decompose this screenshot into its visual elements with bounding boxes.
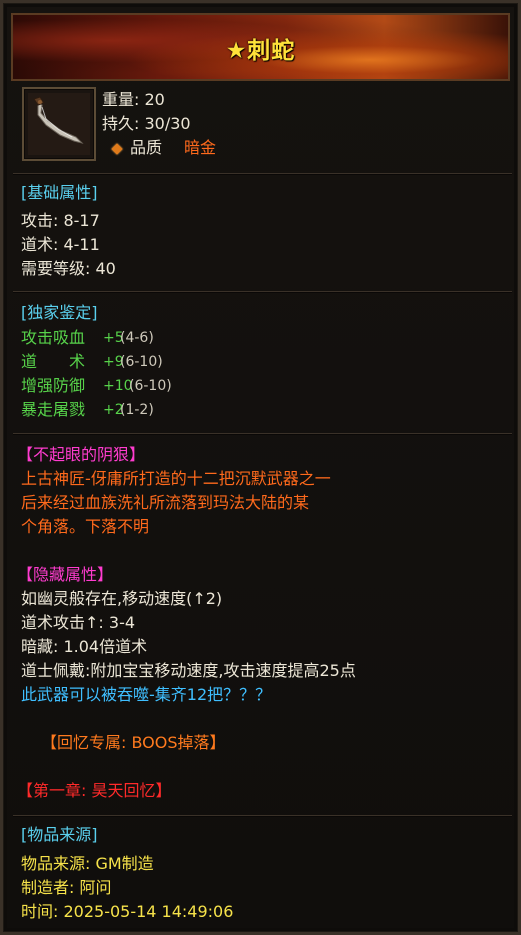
quality-label: 品质 bbox=[130, 138, 163, 157]
lore-line: 后来经过血族洗礼所流落到玛法大陆的某 bbox=[21, 493, 310, 512]
lore-line: 上古神匠-伢庸所打造的十二把沉默武器之一 bbox=[21, 469, 331, 488]
hidden-attr-line: 暗藏: 1.04倍道术 bbox=[21, 637, 148, 656]
divider bbox=[13, 815, 512, 816]
weight-text: 重量: 20 bbox=[102, 90, 165, 109]
devour-line: 此武器可以被吞噬-集齐12把？？？ bbox=[21, 685, 272, 704]
quality-value: 暗金 bbox=[184, 138, 217, 157]
durability-text: 持久: 30/30 bbox=[102, 114, 191, 133]
level-req-line: 需要等级: 40 bbox=[21, 259, 116, 278]
chapter-line: 【第一章: 昊天回忆】 bbox=[17, 781, 172, 800]
exclusive-name: 增强防御 bbox=[21, 376, 86, 395]
hidden-attr-header: 【隐藏属性】 bbox=[17, 565, 114, 584]
exclusive-range: (6-10) bbox=[120, 354, 163, 370]
source-origin: 物品来源: GM制造 bbox=[21, 854, 154, 873]
exclusive-name: 暴走屠戮 bbox=[21, 400, 86, 419]
exclusive-header: [独家鉴定] bbox=[21, 303, 98, 322]
item-title: ★刺蛇 bbox=[225, 38, 296, 64]
quality-diamond-icon bbox=[111, 143, 123, 155]
source-maker: 制造者: 阿问 bbox=[21, 878, 112, 897]
exclusive-name: 道 术 bbox=[21, 352, 86, 371]
exclusive-name: 攻击吸血 bbox=[21, 328, 86, 347]
source-time: 时间: 2025-05-14 14:49:06 bbox=[21, 902, 234, 921]
exclusive-range: (6-10) bbox=[129, 378, 172, 394]
hidden-attr-line: 道术攻击↑: 3-4 bbox=[21, 613, 136, 632]
taoism-line: 道术: 4-11 bbox=[21, 235, 100, 254]
hidden-attr-line: 如幽灵般存在,移动速度(↑2) bbox=[21, 589, 223, 608]
attack-line: 攻击: 8-17 bbox=[21, 211, 100, 230]
lore-header: 【不起眼的阴狠】 bbox=[17, 445, 146, 464]
divider bbox=[13, 291, 512, 292]
memory-line: 【回忆专属: BOOS掉落】 bbox=[41, 733, 226, 752]
item-tooltip-panel: ★刺蛇 重量: 20 持久: 30/30 品质 暗金 [基础属性] 攻击: 8-… bbox=[0, 0, 521, 935]
lore-line: 个角落。下落不明 bbox=[21, 517, 150, 536]
title-banner: ★刺蛇 bbox=[11, 13, 510, 81]
divider bbox=[13, 173, 512, 174]
divider bbox=[13, 433, 512, 434]
exclusive-range: (4-6) bbox=[120, 330, 154, 346]
hidden-attr-line: 道士佩戴:附加宝宝移动速度,攻击速度提高25点 bbox=[21, 661, 356, 680]
serpent-dagger-icon bbox=[22, 87, 96, 161]
base-attr-header: [基础属性] bbox=[21, 183, 98, 202]
source-header: [物品来源] bbox=[21, 825, 98, 844]
exclusive-range: (1-2) bbox=[120, 402, 154, 418]
